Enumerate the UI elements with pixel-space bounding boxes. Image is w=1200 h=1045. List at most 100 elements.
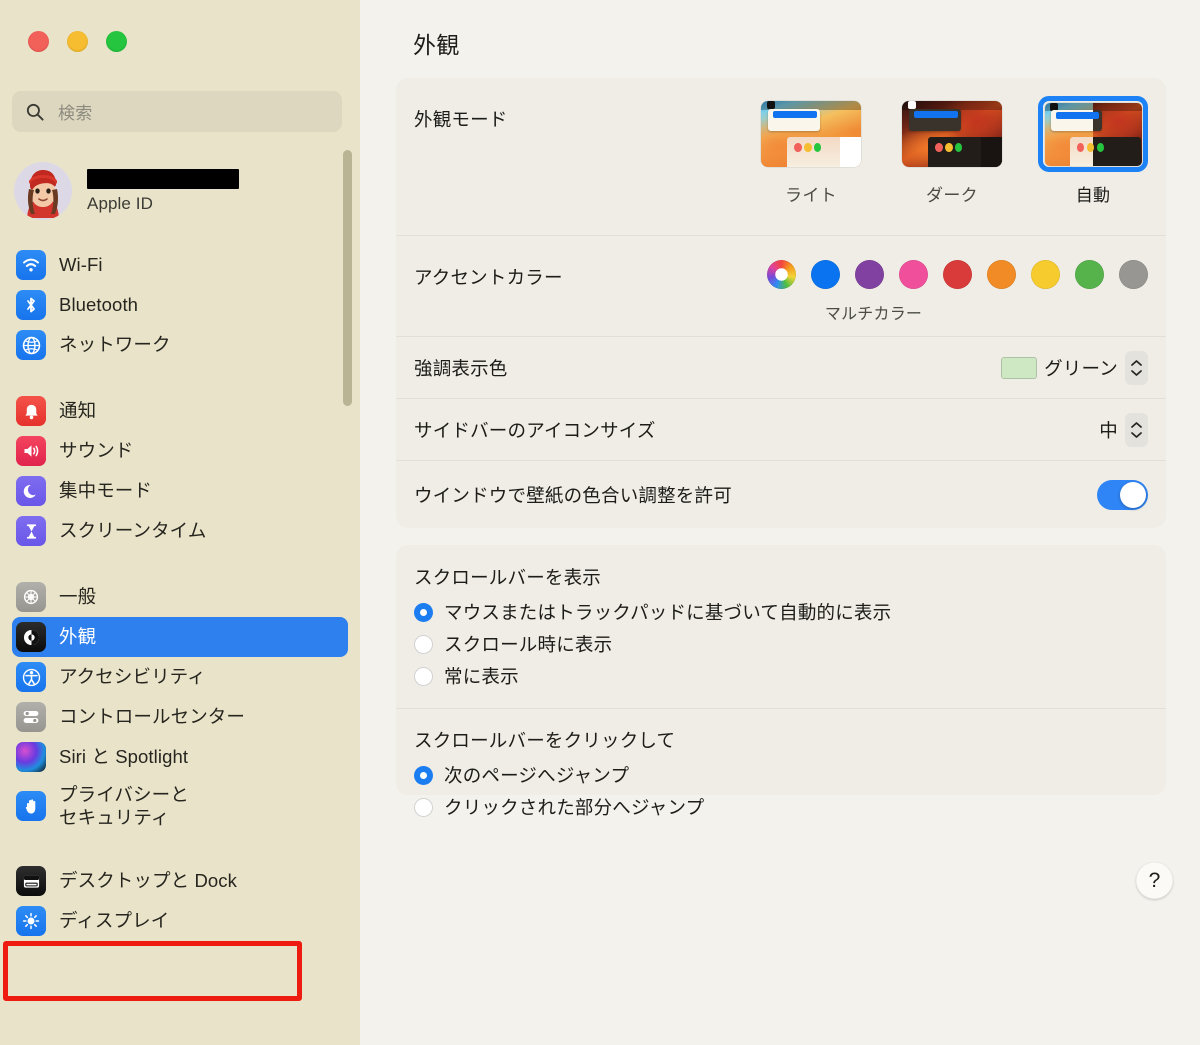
radio-option-always[interactable]: 常に表示 [414, 660, 1148, 692]
radio-indicator[interactable] [414, 602, 433, 622]
accent-swatch-blue[interactable] [811, 260, 840, 289]
zoom-button[interactable] [106, 31, 127, 52]
highlight-color-stepper[interactable] [1125, 350, 1148, 385]
sidebar-item-accessibility[interactable]: アクセシビリティ [12, 657, 348, 697]
hand-privacy-icon [16, 791, 46, 821]
accent-swatch-graphite[interactable] [1119, 260, 1148, 289]
accent-swatch-pink[interactable] [899, 260, 928, 289]
radio-indicator[interactable] [414, 765, 433, 785]
search-field[interactable]: 検索 [12, 91, 342, 132]
chevron-up-icon [1131, 421, 1142, 428]
sidebar-icon-size-popup[interactable]: 中 [1099, 412, 1148, 447]
sidebar-item-label: ネットワーク [59, 334, 171, 356]
account-subtitle: Apple ID [87, 193, 154, 213]
sidebar-item-label: 外観 [59, 626, 97, 648]
sidebar-item-network[interactable]: ネットワーク [12, 325, 348, 365]
sidebar-item-label: プライバシーと セキュリティ [59, 783, 189, 828]
radio-indicator[interactable] [414, 797, 433, 817]
radio-option-when-scrolling[interactable]: スクロール時に表示 [414, 628, 1148, 660]
accent-color-label: アクセントカラー [414, 267, 563, 288]
chevron-down-icon [1131, 369, 1142, 376]
appearance-mode-auto[interactable]: 自動 [1038, 96, 1148, 206]
appearance-icon [16, 622, 46, 652]
radio-indicator[interactable] [414, 666, 433, 686]
bell-icon [16, 396, 46, 426]
main-panel: 外観 外観モード ライト ダーク 自動 アクセントカラー マルチカラー 強調表示… [360, 0, 1200, 1045]
sidebar-item-sound[interactable]: サウンド [12, 431, 348, 471]
speaker-icon [16, 436, 46, 466]
sidebar-item-notifications[interactable]: 通知 [12, 391, 348, 431]
bluetooth-icon [16, 290, 46, 320]
appearance-mode-dark[interactable]: ダーク [897, 96, 1007, 206]
chevron-down-icon [1131, 431, 1142, 438]
sidebar-item-label: 集中モード [59, 480, 153, 502]
help-button[interactable]: ? [1136, 862, 1173, 899]
sidebar-item-general[interactable]: 一般 [12, 577, 348, 617]
highlight-color-value: グリーン [1044, 357, 1118, 379]
sidebar-nav: Wi-Fi Bluetooth ネットワーク 通知 サウンド 集中モード スクリ… [0, 245, 360, 941]
radio-option-auto-based-on-mouse[interactable]: マウスまたはトラックパッドに基づいて自動的に表示 [414, 596, 1148, 628]
siri-icon [16, 742, 46, 772]
sidebar-item-label: ディスプレイ [59, 910, 170, 932]
sidebar-item-privacy-security[interactable]: プライバシーと セキュリティ [12, 777, 348, 835]
hourglass-icon [16, 516, 46, 546]
accent-swatch-red[interactable] [943, 260, 972, 289]
sidebar-scrollbar[interactable] [343, 150, 352, 406]
sidebar-item-label: Wi-Fi [59, 254, 103, 276]
sidebar-item-label: デスクトップと Dock [59, 870, 237, 892]
accessibility-icon [16, 662, 46, 692]
sidebar-item-display[interactable]: ディスプレイ [12, 901, 348, 941]
wallpaper-tinting-toggle[interactable] [1097, 479, 1148, 510]
appearance-mode-caption: ライト [785, 186, 837, 205]
sidebar-item-bluetooth[interactable]: Bluetooth [12, 285, 348, 325]
appearance-mode-caption: 自動 [1075, 186, 1111, 205]
sidebar-item-appearance[interactable]: 外観 [12, 617, 348, 657]
scrollbar-settings-card: スクロールバーを表示 マウスまたはトラックパッドに基づいて自動的に表示 スクロー… [396, 545, 1166, 818]
control-center-icon [16, 702, 46, 732]
accent-color-swatches [767, 260, 1148, 289]
radio-label: クリックされた部分へジャンプ [444, 797, 705, 818]
desktop-dock-icon [16, 866, 46, 896]
accent-swatch-orange[interactable] [987, 260, 1016, 289]
sidebar-item-desktop-dock[interactable]: デスクトップと Dock [12, 861, 348, 901]
display-icon [16, 906, 46, 936]
appearance-mode-light[interactable]: ライト [756, 96, 866, 206]
sidebar-group-separator [0, 365, 360, 391]
sidebar-item-siri-spotlight[interactable]: Siri と Spotlight [12, 737, 348, 777]
account-name-redacted [87, 168, 239, 189]
appearance-mode-caption: ダーク [926, 186, 978, 205]
wallpaper-tinting-row: ウインドウで壁紙の色合い調整を許可 [396, 461, 1166, 528]
appearance-settings-card: 外観モード ライト ダーク 自動 アクセントカラー マルチカラー 強調表示色 グ… [396, 78, 1166, 528]
radio-label: 次のページへジャンプ [444, 765, 630, 786]
radio-label: マウスまたはトラックパッドに基づいて自動的に表示 [444, 602, 892, 623]
radio-indicator[interactable] [414, 634, 433, 654]
appearance-mode-options: ライト ダーク 自動 [756, 96, 1148, 206]
sidebar-item-label: 一般 [59, 586, 97, 608]
sidebar-item-screentime[interactable]: スクリーンタイム [12, 511, 348, 551]
sidebar-item-focus[interactable]: 集中モード [12, 471, 348, 511]
radio-option-jump-next-page[interactable]: 次のページへジャンプ [414, 759, 1148, 791]
sidebar-item-wifi[interactable]: Wi-Fi [12, 245, 348, 285]
accent-swatch-purple[interactable] [855, 260, 884, 289]
apple-id-row[interactable]: Apple ID [14, 157, 334, 225]
accent-swatch-green[interactable] [1075, 260, 1104, 289]
sidebar-icon-size-stepper[interactable] [1125, 412, 1148, 447]
highlight-color-chip [1001, 356, 1038, 379]
radio-label: スクロール時に表示 [444, 634, 613, 655]
sidebar-item-label: Siri と Spotlight [59, 746, 189, 768]
sidebar-group-system: 一般 外観 アクセシビリティ コントロールセンター Siri と Spotlig… [0, 577, 360, 835]
sidebar-icon-size-value: 中 [1099, 419, 1118, 441]
show-scrollbars-section: スクロールバーを表示 マウスまたはトラックパッドに基づいて自動的に表示 スクロー… [396, 545, 1166, 709]
sidebar-item-label: Bluetooth [59, 294, 139, 316]
highlight-color-popup[interactable]: グリーン [1001, 350, 1148, 385]
radio-option-jump-to-clicked-spot[interactable]: クリックされた部分へジャンプ [414, 791, 1148, 823]
sidebar-item-control-center[interactable]: コントロールセンター [12, 697, 348, 737]
click-scrollbar-heading: スクロールバーをクリックして [414, 730, 676, 751]
close-button[interactable] [28, 31, 49, 52]
accent-swatch-yellow[interactable] [1031, 260, 1060, 289]
avatar [14, 162, 72, 220]
accent-swatch-multicolor[interactable] [767, 260, 796, 289]
annotation-highlight-desktop-dock [3, 941, 302, 1001]
dark-mode-thumbnail [902, 101, 1002, 167]
minimize-button[interactable] [67, 31, 88, 52]
